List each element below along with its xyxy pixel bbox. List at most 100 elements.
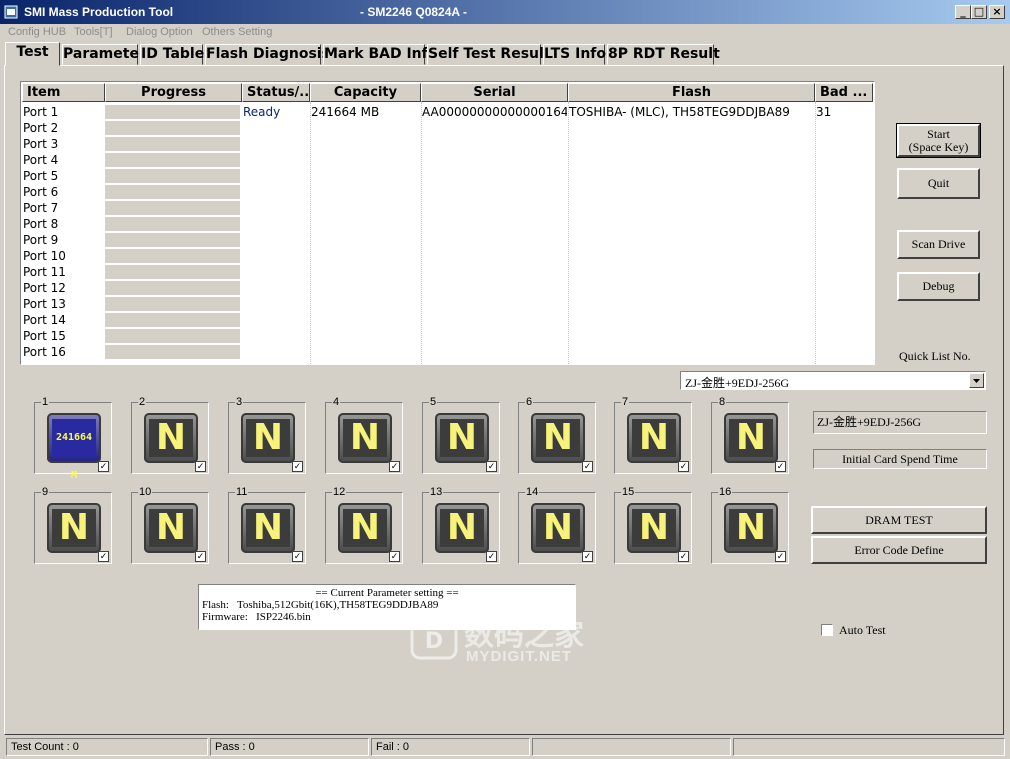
menu-others-setting[interactable]: Others Setting [202, 26, 272, 38]
port-enable-checkbox[interactable]: ✓ [389, 461, 400, 472]
column-header-item[interactable]: Item [22, 83, 105, 102]
cell-item: Port 4 [23, 153, 59, 167]
tab-id-table[interactable]: ID Table [140, 44, 204, 65]
dram-test-button[interactable]: DRAM TEST [811, 506, 987, 534]
port-enable-checkbox[interactable]: ✓ [98, 461, 109, 472]
port-status-label: N [52, 509, 96, 547]
app-icon [4, 5, 18, 19]
port-tile[interactable]: 10 N ✓ [131, 486, 209, 564]
port-enable-checkbox[interactable]: ✓ [678, 551, 689, 562]
quick-list-select[interactable]: ZJ-金胜+9EDJ-256G [680, 371, 986, 390]
title-bar[interactable]: SMI Mass Production Tool - SM2246 Q0824A… [0, 0, 1010, 24]
cell-status [243, 136, 309, 152]
column-header-serial[interactable]: Serial [421, 83, 568, 102]
menu-config-hub[interactable]: Config HUB [8, 26, 66, 38]
port-enable-checkbox[interactable]: ✓ [775, 551, 786, 562]
cell-serial [422, 264, 567, 280]
cell-capacity [311, 312, 419, 328]
menu-tools[interactable]: Tools[T] [74, 26, 113, 38]
port-enable-checkbox[interactable]: ✓ [486, 461, 497, 472]
progress-bar [105, 313, 240, 328]
port-tile[interactable]: 13 N ✓ [422, 486, 500, 564]
column-header-flash[interactable]: Flash [568, 83, 815, 102]
tab-mark-bad-info[interactable]: Mark BAD Info [323, 44, 437, 65]
port-status-label: N [536, 419, 580, 457]
port-tile[interactable]: 12 N ✓ [325, 486, 403, 564]
port-tile[interactable]: 15 N ✓ [614, 486, 692, 564]
port-status-label: N [729, 509, 773, 547]
menu-dialog-option[interactable]: Dialog Option [126, 26, 193, 38]
drive-icon: N [724, 503, 778, 553]
drive-icon: N [241, 413, 295, 463]
port-tile[interactable]: 4 N ✓ [325, 396, 403, 474]
cell-capacity [311, 344, 419, 360]
port-tile[interactable]: 3 N ✓ [228, 396, 306, 474]
start-button[interactable]: Start (Space Key) [896, 123, 981, 158]
port-enable-checkbox[interactable]: ✓ [582, 461, 593, 472]
progress-bar [105, 105, 240, 120]
port-tile[interactable]: 8 N ✓ [711, 396, 789, 474]
port-number: 16 [718, 486, 733, 498]
cell-flash [569, 328, 814, 344]
port-enable-checkbox[interactable]: ✓ [486, 551, 497, 562]
port-enable-checkbox[interactable]: ✓ [389, 551, 400, 562]
cell-item: Port 8 [23, 217, 59, 231]
tab-8p-rdt-result[interactable]: 8P RDT Result [607, 44, 720, 65]
port-tile[interactable]: 6 N ✓ [518, 396, 596, 474]
close-button[interactable]: × [989, 5, 1005, 19]
maximize-button[interactable]: □ [971, 5, 987, 19]
cell-status [243, 328, 309, 344]
port-tile[interactable]: 9 N ✓ [34, 486, 112, 564]
error-code-define-button[interactable]: Error Code Define [811, 536, 987, 564]
drive-icon: N [338, 413, 392, 463]
port-enable-checkbox[interactable]: ✓ [292, 461, 303, 472]
column-header-capacity[interactable]: Capacity [310, 83, 421, 102]
port-tile[interactable]: 5 N ✓ [422, 396, 500, 474]
cell-item: Port 16 [23, 345, 66, 359]
column-header-bad[interactable]: Bad ... [815, 83, 873, 102]
port-status-label: N [343, 419, 387, 457]
port-tile[interactable]: 2 N ✓ [131, 396, 209, 474]
tab-lts-info[interactable]: LTS Info [543, 44, 606, 65]
port-enable-checkbox[interactable]: ✓ [678, 461, 689, 472]
tab-test[interactable]: Test [5, 42, 60, 66]
port-number: 3 [235, 396, 244, 408]
cell-status [243, 168, 309, 184]
cell-capacity [311, 136, 419, 152]
checkbox-box[interactable] [821, 624, 833, 636]
chevron-down-icon [973, 379, 980, 383]
port-tile[interactable]: 11 N ✓ [228, 486, 306, 564]
tab-self-test-result[interactable]: Self Test Result [427, 44, 551, 65]
progress-bar [105, 345, 240, 360]
tab-flash-diagnosis[interactable]: Flash Diagnosis [205, 44, 330, 65]
watermark-logo-icon: D [410, 618, 458, 660]
port-enable-checkbox[interactable]: ✓ [195, 551, 206, 562]
port-enable-checkbox[interactable]: ✓ [775, 461, 786, 472]
tab-parameter[interactable]: Parameter [62, 44, 146, 65]
port-enable-checkbox[interactable]: ✓ [98, 551, 109, 562]
port-list-table[interactable]: Item Progress Status/... Capacity Serial… [20, 81, 875, 365]
scan-drive-button[interactable]: Scan Drive [897, 230, 980, 259]
debug-button[interactable]: Debug [897, 272, 980, 301]
cell-serial [422, 296, 567, 312]
port-tile[interactable]: 16 N ✓ [711, 486, 789, 564]
menu-bar: Config HUB Tools[T] Dialog Option Others… [0, 24, 1010, 42]
quit-button[interactable]: Quit [897, 168, 980, 199]
port-tile[interactable]: 14 N ✓ [518, 486, 596, 564]
dropdown-button[interactable] [969, 373, 984, 388]
cell-bad [816, 216, 871, 232]
cell-status: Ready [243, 105, 281, 119]
port-enable-checkbox[interactable]: ✓ [195, 461, 206, 472]
port-enable-checkbox[interactable]: ✓ [582, 551, 593, 562]
column-header-status[interactable]: Status/... [242, 83, 310, 102]
progress-bar [105, 329, 240, 344]
port-tile[interactable]: 7 N ✓ [614, 396, 692, 474]
minimize-button[interactable]: _ [955, 5, 971, 19]
port-tile[interactable]: 1 241664 M ✓ [34, 396, 112, 481]
cell-bad [816, 136, 871, 152]
cell-status [243, 296, 309, 312]
port-enable-checkbox[interactable]: ✓ [292, 551, 303, 562]
cell-status [243, 248, 309, 264]
cell-bad [816, 280, 871, 296]
column-header-progress[interactable]: Progress [105, 83, 242, 102]
